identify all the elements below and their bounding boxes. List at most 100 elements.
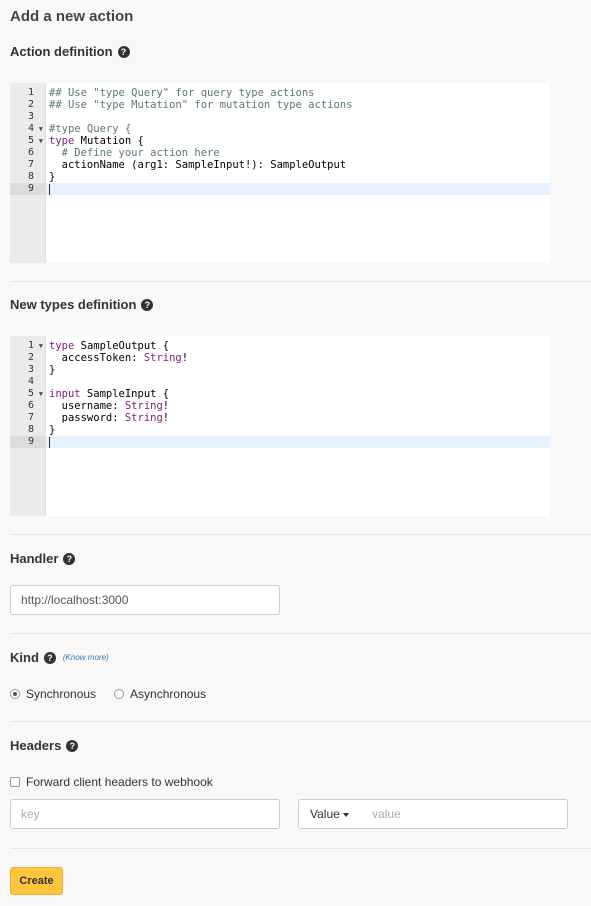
line-number-text: 6 bbox=[27, 400, 34, 411]
code-line[interactable]: 1 ▼ type SampleOutput { bbox=[10, 340, 550, 352]
code-line[interactable]: 3 bbox=[10, 111, 550, 123]
header-value-placeholder: value bbox=[372, 807, 401, 821]
action-definition-label: Action definition bbox=[10, 44, 113, 59]
editor-code-area[interactable]: 1 ## Use "type Query" for query type acti… bbox=[10, 87, 550, 195]
header-value-input[interactable]: value bbox=[360, 799, 568, 829]
code-token: ## Use "type Query" for query type actio… bbox=[49, 87, 315, 99]
asynchronous-radio[interactable] bbox=[114, 689, 125, 699]
code-line[interactable]: 4 bbox=[10, 376, 550, 388]
code-token: # Define your action here bbox=[49, 147, 220, 159]
headers-heading: Headers ? bbox=[10, 738, 79, 753]
code-text: } bbox=[49, 364, 55, 376]
code-line[interactable]: 8} bbox=[10, 424, 550, 436]
code-token: input bbox=[49, 388, 81, 400]
code-token: String bbox=[124, 412, 163, 424]
kind-label: Kind bbox=[10, 650, 39, 665]
code-text: actionName (arg1: SampleInput!): SampleO… bbox=[49, 159, 346, 171]
code-text: type Mutation { bbox=[49, 135, 144, 147]
code-token: String bbox=[124, 400, 163, 412]
line-number: 2 bbox=[10, 99, 46, 111]
help-icon[interactable]: ? bbox=[63, 552, 76, 565]
know-more-link[interactable]: (Know more) bbox=[63, 653, 109, 662]
code-text: } bbox=[49, 424, 55, 436]
code-line[interactable]: 5 ▼ type Mutation { bbox=[10, 135, 550, 147]
line-number: 4 bbox=[10, 376, 46, 388]
fold-arrow-icon[interactable]: ▼ bbox=[39, 388, 43, 400]
code-token: } bbox=[49, 364, 56, 376]
forward-headers-row: Forward client headers to webhook bbox=[10, 775, 213, 789]
code-line[interactable]: 4 ▼ #type Query { bbox=[10, 123, 550, 135]
page-title: Add a new action bbox=[10, 8, 134, 25]
action-definition-editor[interactable]: 1 ## Use "type Query" for query type acti… bbox=[10, 83, 550, 263]
synchronous-radio[interactable] bbox=[10, 689, 20, 699]
code-token: type bbox=[49, 135, 75, 147]
code-line[interactable]: 6 # Define your action here bbox=[10, 147, 550, 159]
code-text: #type Query { bbox=[49, 123, 131, 135]
line-number: 3 bbox=[10, 364, 46, 376]
line-number-text: 1 bbox=[27, 340, 34, 351]
help-icon[interactable]: ? bbox=[141, 298, 154, 311]
code-text: accessToken: String! bbox=[49, 352, 188, 364]
code-line[interactable]: 6 username: String! bbox=[10, 400, 550, 412]
section-divider bbox=[10, 721, 591, 722]
synchronous-label[interactable]: Synchronous bbox=[26, 687, 96, 701]
code-token: actionName (arg1: SampleInput!): SampleO… bbox=[49, 159, 347, 171]
line-number: 7 bbox=[10, 412, 46, 424]
editor-code-area[interactable]: 1 ▼ type SampleOutput {2 accessToken: Stri… bbox=[10, 340, 550, 448]
text-cursor bbox=[49, 436, 50, 448]
code-line[interactable]: 9 bbox=[10, 436, 550, 448]
fold-arrow-icon[interactable]: ▼ bbox=[39, 123, 43, 135]
code-text: ## Use "type Mutation" for mutation type… bbox=[49, 99, 352, 111]
code-line[interactable]: 2 accessToken: String! bbox=[10, 352, 550, 364]
code-text: } bbox=[49, 171, 55, 183]
line-number: 9 bbox=[10, 183, 46, 195]
text-cursor bbox=[49, 183, 50, 195]
code-line[interactable]: 7 actionName (arg1: SampleInput!): Sampl… bbox=[10, 159, 550, 171]
line-number-text: 6 bbox=[27, 147, 34, 158]
line-number-text: 8 bbox=[27, 171, 34, 182]
section-divider bbox=[10, 633, 591, 634]
code-line[interactable]: 1 ## Use "type Query" for query type acti… bbox=[10, 87, 550, 99]
code-line[interactable]: 9 bbox=[10, 183, 550, 195]
code-token: ! bbox=[162, 412, 170, 424]
code-token: } bbox=[49, 424, 56, 436]
code-line[interactable]: 7 password: String! bbox=[10, 412, 550, 424]
line-number: 3 bbox=[10, 111, 46, 123]
forward-headers-label[interactable]: Forward client headers to webhook bbox=[26, 775, 213, 789]
code-token: ! bbox=[181, 352, 189, 364]
code-line[interactable]: 2 ## Use "type Mutation" for mutation typ… bbox=[10, 99, 550, 111]
code-token: username: bbox=[49, 400, 125, 412]
section-divider bbox=[10, 281, 591, 282]
header-value-type-dropdown[interactable]: Value bbox=[298, 799, 361, 829]
line-number: 8 bbox=[10, 171, 46, 183]
help-icon[interactable]: ? bbox=[66, 739, 79, 752]
line-number: 9 bbox=[10, 436, 46, 448]
code-text: password: String! bbox=[49, 412, 169, 424]
code-token: password: bbox=[49, 412, 125, 424]
asynchronous-label[interactable]: Asynchronous bbox=[130, 687, 206, 701]
header-key-input[interactable]: key bbox=[10, 799, 280, 829]
code-line[interactable]: 5 ▼ input SampleInput { bbox=[10, 388, 550, 400]
code-line[interactable]: 3} bbox=[10, 364, 550, 376]
line-number-text: 4 bbox=[27, 123, 34, 134]
line-number-text: 1 bbox=[27, 87, 34, 98]
code-text: username: String! bbox=[49, 400, 169, 412]
line-number-text: 2 bbox=[27, 352, 34, 363]
code-token: #type Query { bbox=[49, 123, 132, 135]
code-line[interactable]: 8} bbox=[10, 171, 550, 183]
help-icon[interactable]: ? bbox=[117, 45, 130, 58]
types-definition-editor[interactable]: 1 ▼ type SampleOutput {2 accessToken: Stri… bbox=[10, 336, 550, 516]
fold-arrow-icon[interactable]: ▼ bbox=[39, 340, 43, 352]
code-token: type bbox=[49, 340, 75, 352]
header-value-type-label: Value bbox=[310, 807, 340, 821]
handler-input[interactable]: http://localhost:3000 bbox=[10, 585, 280, 615]
forward-headers-checkbox[interactable] bbox=[10, 777, 20, 787]
help-icon[interactable]: ? bbox=[43, 651, 56, 664]
line-number-text: 7 bbox=[27, 159, 34, 170]
line-number: 5 ▼ bbox=[10, 388, 46, 400]
fold-arrow-icon[interactable]: ▼ bbox=[39, 135, 43, 147]
line-number-text: 3 bbox=[27, 111, 34, 122]
handler-label: Handler bbox=[10, 551, 59, 566]
code-text: type SampleOutput { bbox=[49, 340, 169, 352]
create-button[interactable]: Create bbox=[10, 867, 63, 895]
